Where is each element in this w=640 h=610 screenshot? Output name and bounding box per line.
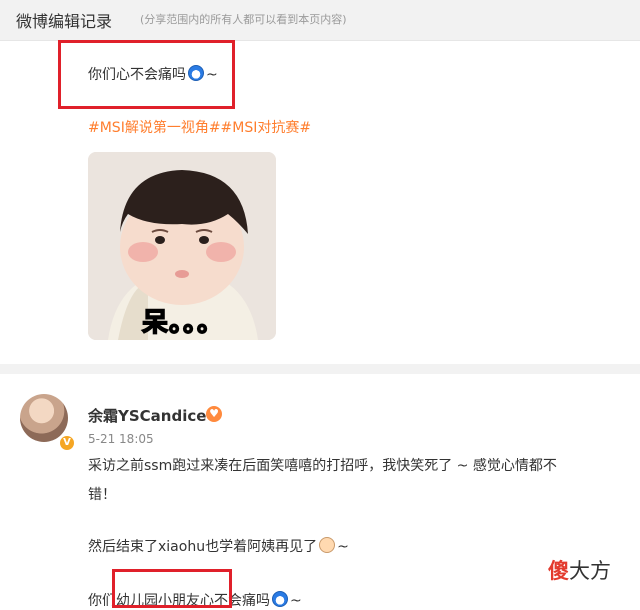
fan-badge-icon: ♥ — [206, 406, 222, 422]
watermark-char: 傻 — [548, 559, 569, 583]
share-scope-note: (分享范围内的所有人都可以看到本页内容) — [140, 13, 347, 26]
username[interactable]: 余霜YSCandice — [88, 405, 206, 426]
page-title: 微博编辑记录 — [16, 12, 113, 31]
post-timestamp[interactable]: 5-21 18:05 — [88, 432, 154, 446]
post-text-suffix: ~ — [290, 593, 302, 609]
watermark-text: 大方 — [569, 559, 611, 583]
image-caption: 呆。。。 — [141, 307, 225, 339]
post-text: 然后结束了xiaohu也学着阿姨再见了 — [88, 539, 318, 555]
highlight-box — [58, 40, 235, 109]
page-header: 微博编辑记录 (分享范围内的所有人都可以看到本页内容) — [0, 0, 640, 41]
site-watermark: 傻大方 — [548, 555, 611, 585]
post-text-suffix: ~ — [337, 539, 349, 555]
face-emoji-icon — [319, 537, 336, 553]
doraemon-emoji-icon — [272, 591, 288, 607]
highlight-box — [112, 569, 232, 608]
topic-tags[interactable]: #MSI解说第一视角##MSI对抗赛# — [88, 117, 311, 137]
post-text-line: 错！ — [88, 487, 116, 503]
post-image[interactable]: 呆。。。 — [88, 152, 276, 340]
verified-badge-icon: V — [58, 434, 76, 452]
post-divider — [0, 364, 640, 374]
post-text-line: 采访之前ssm跑过来凑在后面笑嘻嘻的打招呼，我快笑死了 ~ 感觉心情都不 — [88, 458, 557, 474]
post-text-line: 然后结束了xiaohu也学着阿姨再见了 ~ — [88, 536, 349, 556]
